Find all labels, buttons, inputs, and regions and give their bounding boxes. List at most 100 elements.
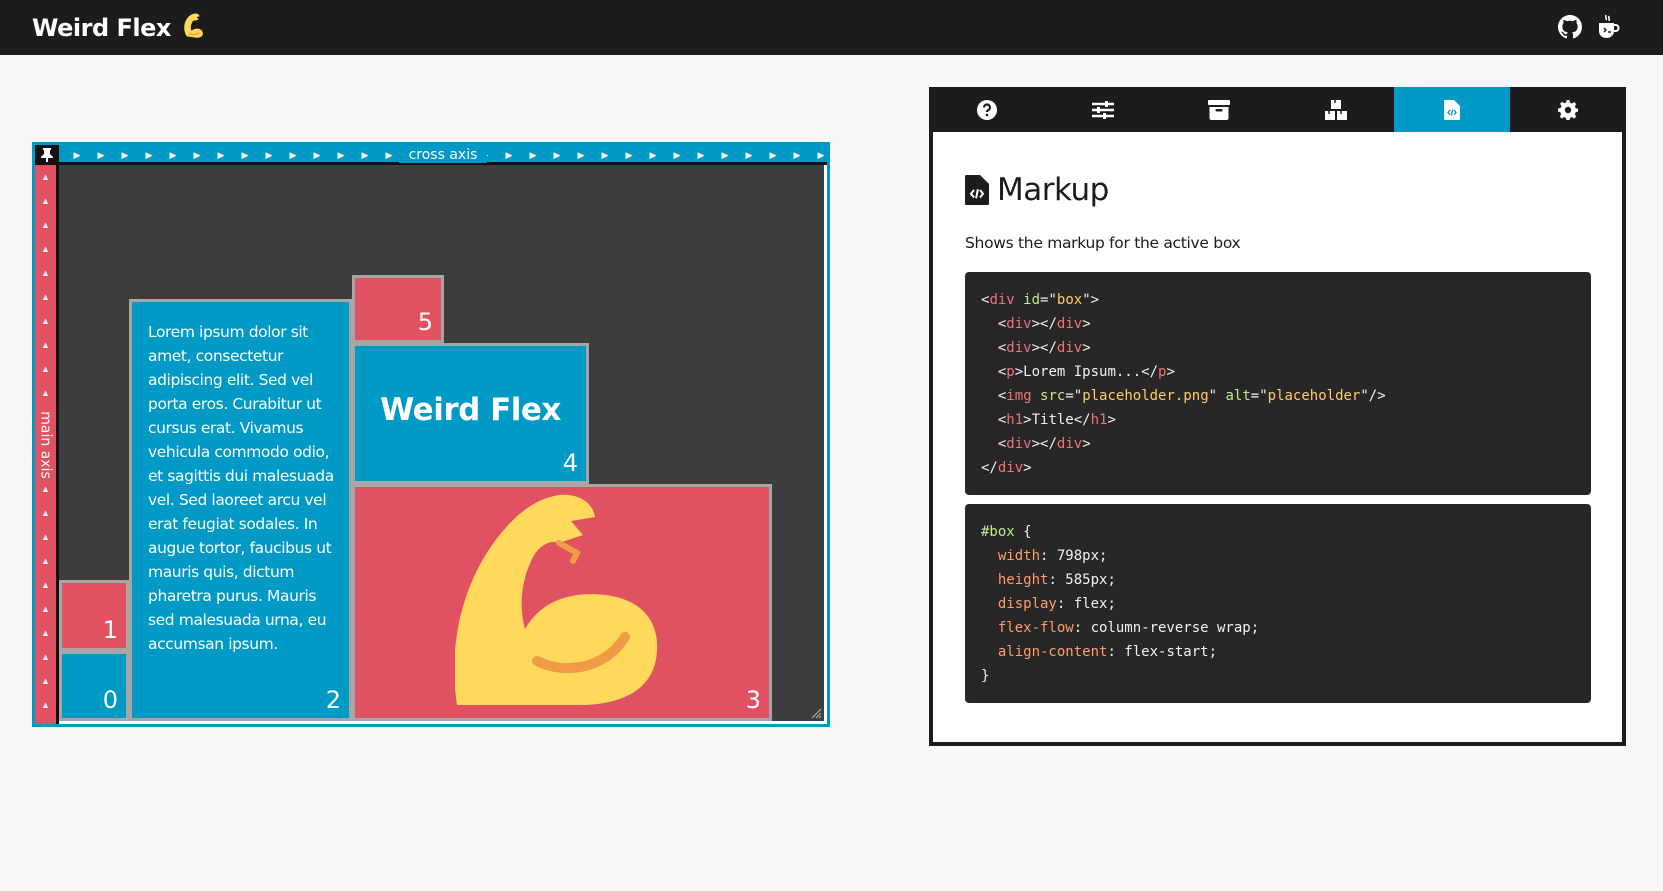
flex-item-0[interactable]: 0	[59, 651, 129, 721]
top-bar: Weird Flex	[0, 0, 1663, 55]
flex-item-2[interactable]: Lorem ipsum dolor sit amet, consectetur …	[129, 299, 352, 721]
main-axis-arrow: ▲	[41, 340, 50, 350]
code-file-icon	[965, 175, 989, 205]
main-axis-arrow: ▲	[41, 556, 50, 566]
cross-axis-arrow: ▶	[385, 149, 393, 160]
tab-properties[interactable]	[1045, 87, 1161, 132]
coffee-icon[interactable]	[1594, 13, 1622, 41]
flex-item-index: 1	[102, 616, 118, 644]
code-token: : column-reverse wrap;	[1073, 620, 1260, 636]
code-token: <	[981, 412, 1007, 428]
main-axis-arrow: ▲	[41, 268, 50, 278]
github-icon[interactable]	[1556, 13, 1584, 41]
flex-item-4[interactable]: Weird Flex 4	[352, 343, 589, 484]
flex-item-5[interactable]: 5	[352, 275, 444, 343]
tab-boxes[interactable]	[1277, 87, 1393, 132]
resize-handle-icon[interactable]	[810, 707, 822, 719]
flex-item-1[interactable]: 1	[59, 580, 129, 651]
tab-help[interactable]	[929, 87, 1045, 132]
main-axis-arrow: ▲	[41, 676, 50, 686]
code-line: <div></div>	[981, 432, 1575, 456]
cross-axis-ruler: ▶ ▶ ▶ ▶ ▶ ▶ ▶ ▶ ▶ ▶ ▶ ▶ ▶ ▶ ▶ ▶ ▶ ▶ ▶ ▶ ▶ ▶ ▶ ▶ ▶ ▶ ▶ ▶ ▶ ▶ ▶ ▶ cross a…	[59, 145, 827, 165]
main-axis-arrow: ▲	[41, 652, 50, 662]
code-token: placeholder	[1267, 388, 1361, 404]
cross-axis-arrow: ▶	[241, 149, 249, 160]
code-token: ></	[1031, 340, 1057, 356]
cross-axis-arrow: ▶	[649, 149, 657, 160]
flex-item-index: 0	[102, 686, 118, 714]
cross-axis-arrow: ▶	[193, 149, 201, 160]
code-token: div	[1006, 340, 1032, 356]
cross-axis-arrow: ▶	[73, 149, 81, 160]
code-token: >	[1082, 436, 1091, 452]
markup-header: Markup	[965, 172, 1109, 208]
cross-axis-arrow: ▶	[745, 149, 753, 160]
cross-axis-arrow: ▶	[769, 149, 777, 160]
cross-axis-arrow: ▶	[817, 149, 825, 160]
code-token: <	[981, 340, 1007, 356]
code-line: align-content: flex-start;	[981, 640, 1575, 664]
code-token: src	[1040, 388, 1066, 404]
cross-axis-arrow: ▶	[601, 149, 609, 160]
css-code-block[interactable]: #box { width: 798px; height: 585px; disp…	[965, 504, 1591, 703]
flex-playground[interactable]: ▶ ▶ ▶ ▶ ▶ ▶ ▶ ▶ ▶ ▶ ▶ ▶ ▶ ▶ ▶ ▶ ▶ ▶ ▶ ▶ ▶ ▶ ▶ ▶ ▶ ▶ ▶ ▶ ▶ ▶ ▶ ▶ cross a…	[32, 142, 830, 727]
code-token: ></	[1031, 436, 1057, 452]
code-token: div	[997, 460, 1024, 476]
code-token: >Lorem Ipsum...</	[1014, 364, 1159, 380]
cross-axis-arrow: ▶	[505, 149, 513, 160]
tab-markup[interactable]	[1393, 87, 1510, 132]
flexed-bicep-icon	[179, 12, 207, 44]
flex-container[interactable]: 0 1 Lorem ipsum dolor sit amet, consecte…	[59, 165, 827, 724]
code-token: : flex-start;	[1107, 644, 1218, 660]
code-line: flex-flow: column-reverse wrap;	[981, 616, 1575, 640]
tab-presets[interactable]	[1161, 87, 1277, 132]
main-axis-arrow: ▲	[41, 196, 50, 206]
cross-axis-arrow: ▶	[577, 149, 585, 160]
code-token: placeholder.png	[1082, 388, 1209, 404]
main-axis-arrow: ▲	[41, 484, 50, 494]
cross-axis-arrow: ▶	[169, 149, 177, 160]
tab-settings[interactable]	[1510, 87, 1626, 132]
code-line: height: 585px;	[981, 568, 1575, 592]
code-token: >	[1023, 460, 1032, 476]
cross-axis-arrow: ▶	[793, 149, 801, 160]
cross-axis-arrow: ▶	[121, 149, 129, 160]
code-token: ="	[1250, 388, 1268, 404]
code-token: flex-flow	[997, 620, 1074, 636]
pin-icon[interactable]	[35, 145, 59, 165]
code-token: div	[1006, 316, 1032, 332]
html-code-block[interactable]: <div id="box"> <div></div> <div></div> <…	[965, 272, 1591, 495]
main-axis-arrow: ▲	[41, 388, 50, 398]
code-token: h1	[1006, 412, 1024, 428]
cross-axis-arrow: ▶	[553, 149, 561, 160]
code-token: div	[1006, 436, 1032, 452]
app-title[interactable]: Weird Flex	[32, 12, 207, 44]
code-line: <div id="box">	[981, 288, 1575, 312]
flex-item-index: 2	[325, 686, 341, 714]
main-axis-arrow: ▲	[41, 316, 50, 326]
code-token: ></	[1031, 316, 1057, 332]
code-line: <h1>Title</h1>	[981, 408, 1575, 432]
code-token: {	[1014, 524, 1032, 540]
code-token: #box	[981, 524, 1015, 540]
code-line: <div></div>	[981, 336, 1575, 360]
gear-icon	[1557, 99, 1578, 120]
main-axis-arrow: ▲	[41, 172, 50, 182]
section-description: Shows the markup for the active box	[965, 234, 1241, 252]
cross-axis-arrow: ▶	[673, 149, 681, 160]
code-token: div	[989, 292, 1015, 308]
help-icon	[977, 99, 998, 120]
code-token: ="	[1065, 388, 1083, 404]
code-token: p	[1006, 364, 1015, 380]
bicep-icon	[455, 494, 658, 705]
main-axis-arrow: ▲	[41, 292, 50, 302]
flex-item-3[interactable]: 3	[352, 484, 772, 721]
cross-axis-arrow: ▶	[361, 149, 369, 160]
cross-axis-arrow: ▶	[217, 149, 225, 160]
code-token: >	[1082, 316, 1091, 332]
markup-panel: Markup Shows the markup for the active b…	[933, 132, 1622, 742]
cross-axis-arrow: ▶	[337, 149, 345, 160]
main-axis-arrow: ▲	[41, 412, 50, 422]
